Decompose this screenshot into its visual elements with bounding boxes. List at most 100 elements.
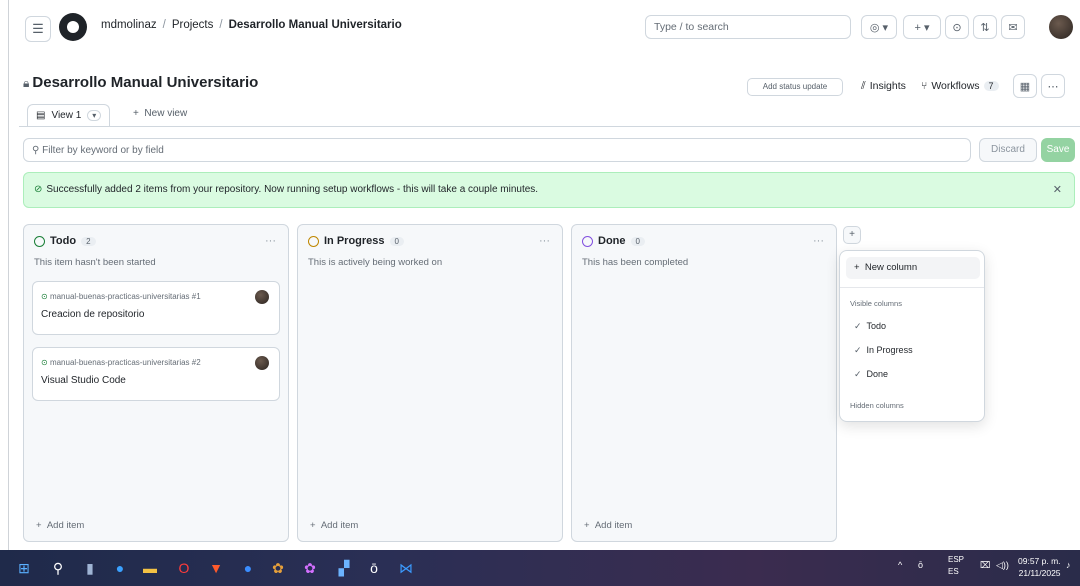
workflows-button[interactable]: ⑂ Workflows 7	[921, 74, 999, 98]
github-desktop-icon[interactable]: ō	[364, 558, 384, 578]
status-circle-icon	[582, 235, 593, 247]
status-circle-icon	[34, 235, 45, 247]
discard-button[interactable]: Discard	[979, 138, 1037, 162]
clock[interactable]: 09:57 p. m. 21/11/2025	[1018, 555, 1061, 579]
task-view-icon[interactable]: ▮	[80, 558, 100, 578]
insights-button[interactable]: ⫽ Insights	[861, 74, 906, 98]
column-description: This is actively being worked on	[308, 257, 443, 268]
breadcrumb: mdmolinaz / Projects / Desarrollo Manual Uni…	[101, 19, 402, 31]
chrome-dev-icon[interactable]: ✿	[300, 558, 320, 578]
chrome-icon[interactable]: ✿	[268, 558, 288, 578]
add-item-button[interactable]: + Add item	[584, 520, 632, 531]
vscode-icon[interactable]: ⋈	[396, 558, 416, 578]
add-item-button[interactable]: + Add item	[310, 520, 358, 531]
menu-icon[interactable]: ☰	[25, 16, 51, 42]
card-item[interactable]: ⊙ manual-buenas-practicas-universitarias…	[32, 281, 280, 335]
column-menu-icon[interactable]: ···	[265, 235, 276, 247]
app-icon[interactable]: ▞	[334, 558, 354, 578]
issues-icon[interactable]: ⊙	[945, 15, 969, 39]
browser-page: ☰ mdmolinaz / Projects / Desarrollo Manual U…	[8, 0, 1080, 550]
taskbar: ⊞ ⚲ ▮ ● ▬ O ▼ ● ✿ ✿ ▞ ō ⋈ ^ ō ESP ES ⌧ ◁)…	[0, 550, 1080, 586]
windows-start-icon[interactable]: ⊞	[14, 558, 34, 578]
column-title: Done	[598, 235, 626, 247]
breadcrumb-user[interactable]: mdmolinaz	[101, 19, 157, 31]
edge-icon[interactable]: ●	[110, 558, 130, 578]
menu-item-in-progress[interactable]: ✓ In Progress	[854, 345, 913, 356]
success-banner: ⊘ Successfully added 2 items from your re…	[23, 172, 1075, 208]
column-done: Done 0 ··· This has been completed + Add …	[571, 224, 837, 542]
card-repo: ⊙ manual-buenas-practicas-universitarias…	[41, 358, 201, 367]
notification-icon[interactable]: ♪	[1066, 560, 1071, 570]
avatar[interactable]	[1049, 15, 1073, 39]
lock-icon: 🔒︎	[23, 76, 30, 90]
save-button[interactable]: Save	[1041, 138, 1075, 162]
add-column-button[interactable]: +	[843, 226, 861, 244]
opera-icon[interactable]: O	[174, 558, 194, 578]
check-icon: ✓	[854, 321, 862, 331]
breadcrumb-project[interactable]: Desarrollo Manual Universitario	[229, 19, 402, 31]
column-in-progress: In Progress 0 ··· This is actively being …	[297, 224, 563, 542]
tab-view-1[interactable]: ▤ View 1 ▾	[27, 104, 111, 126]
close-icon[interactable]: ✕	[1053, 183, 1062, 196]
new-column-button[interactable]: + New column	[846, 257, 980, 279]
brave-icon[interactable]: ▼	[206, 558, 226, 578]
table-icon: ▤	[36, 110, 46, 121]
column-menu-popover: + New column Visible columns ✓ Todo ✓ In P…	[839, 250, 985, 422]
status-circle-icon	[308, 235, 319, 247]
add-status-update-button[interactable]: Add status update	[747, 78, 843, 96]
visible-columns-heading: Visible columns	[850, 299, 902, 308]
issue-open-icon: ⊙	[41, 292, 48, 301]
search-input[interactable]: Type / to search	[645, 15, 851, 39]
app-icon[interactable]: ●	[238, 558, 258, 578]
divider	[840, 287, 984, 288]
volume-icon[interactable]: ◁))	[996, 560, 1009, 571]
layout-icon[interactable]: ▦	[1013, 74, 1037, 98]
page-title: 🔒︎ Desarrollo Manual Universitario	[23, 74, 259, 91]
tab-divider	[19, 126, 1080, 127]
network-icon[interactable]: ⌧	[980, 560, 990, 571]
language-indicator[interactable]: ESP ES	[948, 554, 964, 578]
breadcrumb-projects[interactable]: Projects	[172, 19, 214, 31]
column-menu-icon[interactable]: ···	[539, 235, 550, 247]
avatar	[255, 356, 269, 370]
column-title: In Progress	[324, 235, 385, 247]
copilot-icon[interactable]: ◎ ▾	[861, 15, 897, 39]
chevron-down-icon[interactable]: ▾	[87, 110, 102, 121]
add-item-button[interactable]: + Add item	[36, 520, 84, 531]
github-logo-icon[interactable]	[59, 13, 87, 41]
column-count: 0	[630, 236, 645, 246]
card-repo: ⊙ manual-buenas-practicas-universitarias…	[41, 292, 201, 301]
new-view-button[interactable]: + New view	[133, 108, 187, 119]
workflow-icon: ⑂	[921, 80, 928, 92]
menu-item-todo[interactable]: ✓ Todo	[854, 321, 886, 332]
column-menu-icon[interactable]: ···	[813, 235, 824, 247]
menu-item-done[interactable]: ✓ Done	[854, 369, 888, 380]
onedrive-icon[interactable]: ō	[918, 560, 923, 570]
create-new-icon[interactable]: + ▾	[903, 15, 941, 39]
global-header: ☰ mdmolinaz / Projects / Desarrollo Manual U…	[9, 0, 1080, 64]
search-icon[interactable]: ⚲	[48, 558, 68, 578]
check-circle-icon: ⊘	[34, 184, 43, 195]
file-explorer-icon[interactable]: ▬	[140, 558, 160, 578]
column-description: This has been completed	[582, 257, 689, 268]
column-count: 0	[389, 236, 404, 246]
check-icon: ✓	[854, 369, 862, 379]
card-title[interactable]: Creacion de repositorio	[41, 309, 144, 320]
check-icon: ✓	[854, 345, 862, 355]
inbox-icon[interactable]: ✉	[1001, 15, 1025, 39]
more-options-icon[interactable]: ⋯	[1041, 74, 1065, 98]
card-item[interactable]: ⊙ manual-buenas-practicas-universitarias…	[32, 347, 280, 401]
hidden-columns-heading: Hidden columns	[850, 401, 904, 410]
column-description: This item hasn't been started	[34, 257, 156, 268]
column-todo: Todo 2 ··· This item hasn't been started …	[23, 224, 289, 542]
card-title[interactable]: Visual Studio Code	[41, 375, 126, 386]
search-icon: ⚲	[32, 145, 40, 156]
column-title: Todo	[50, 235, 77, 247]
chevron-up-icon[interactable]: ^	[898, 560, 902, 570]
filter-input[interactable]: ⚲ Filter by keyword or by field	[23, 138, 971, 162]
workflows-count: 7	[983, 81, 999, 91]
column-count: 2	[81, 236, 96, 246]
pull-requests-icon[interactable]: ⇅	[973, 15, 997, 39]
issue-open-icon: ⊙	[41, 358, 48, 367]
graph-icon: ⫽	[861, 79, 866, 92]
